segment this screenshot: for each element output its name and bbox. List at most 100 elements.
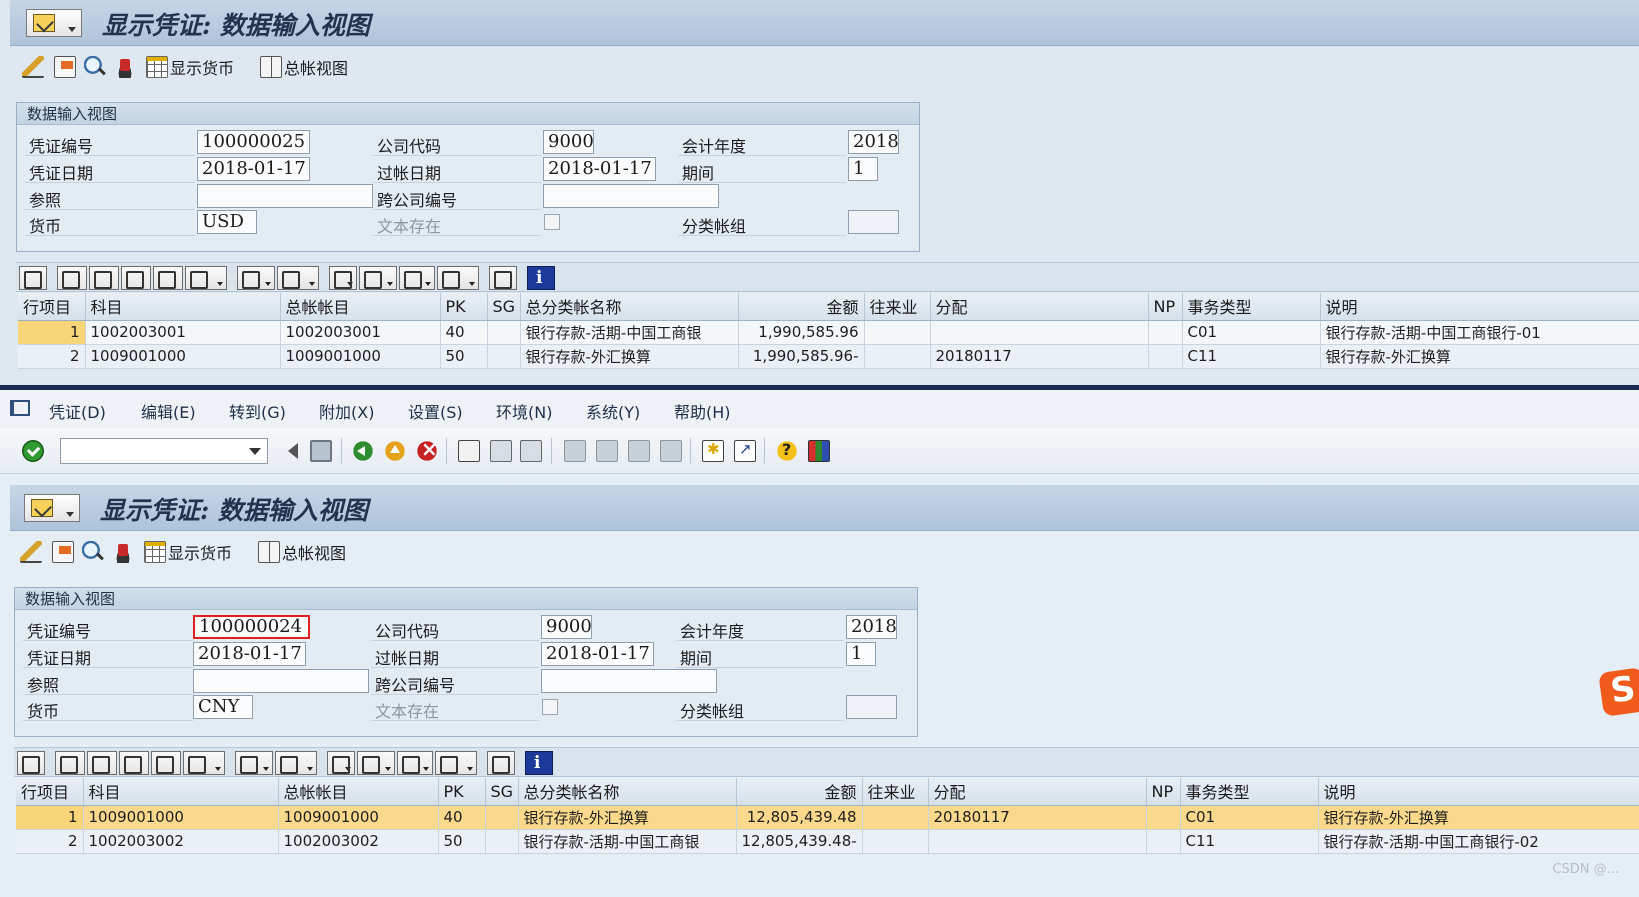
bottom-other-document-button[interactable] <box>52 539 74 565</box>
doc-date-field[interactable]: 2018-01-17 <box>193 642 306 666</box>
collapse-left-icon[interactable] <box>284 440 306 462</box>
col-header-text[interactable]: 说明 <box>1318 778 1639 806</box>
doc-date-field[interactable]: 2018-01-17 <box>197 157 310 181</box>
col-header-account[interactable]: 科目 <box>85 293 281 321</box>
menu-item-help[interactable]: 帮助(H) <box>674 399 731 423</box>
ledger-group-field[interactable] <box>846 695 897 719</box>
last-page-icon[interactable] <box>660 440 682 462</box>
period-field[interactable]: 1 <box>846 642 876 666</box>
col-header-trading-partner[interactable]: 往来业 <box>862 778 929 806</box>
col-header-np[interactable]: NP <box>1146 778 1181 806</box>
posting-date-field[interactable]: 2018-01-17 <box>543 157 656 181</box>
reference-field[interactable] <box>193 669 369 693</box>
col-header-text[interactable]: 说明 <box>1320 293 1639 321</box>
col-header-amount[interactable]: 金额 <box>738 293 865 321</box>
col-header-line[interactable]: 行项目 <box>18 293 86 321</box>
col-header-gl-account[interactable]: 总帐帐目 <box>278 778 439 806</box>
bottom-screen-menu-button[interactable] <box>24 494 80 522</box>
top-other-document-button[interactable] <box>54 54 76 80</box>
currency-field[interactable]: CNY <box>193 695 253 719</box>
back-icon[interactable] <box>352 440 374 462</box>
top-header-button[interactable] <box>114 54 136 80</box>
cancel-icon[interactable] <box>416 437 438 462</box>
filter-icon[interactable] <box>183 751 225 775</box>
menu-item-extras[interactable]: 附加(X) <box>319 399 374 423</box>
info-icon[interactable] <box>525 751 553 775</box>
col-header-transaction-type[interactable]: 事务类型 <box>1180 778 1319 806</box>
details-icon[interactable] <box>17 751 45 775</box>
menu-item-settings[interactable]: 设置(S) <box>408 399 463 423</box>
sort-asc-icon[interactable] <box>55 751 85 775</box>
bottom-document-overview-button[interactable] <box>82 539 104 565</box>
doc-number-field[interactable]: 100000025 <box>197 130 310 154</box>
col-header-sg[interactable]: SG <box>485 778 519 806</box>
col-header-assignment[interactable]: 分配 <box>928 778 1147 806</box>
bottom-header-button[interactable] <box>112 539 134 565</box>
shortcut-icon[interactable] <box>734 440 756 462</box>
menu-item-system[interactable]: 系统(Y) <box>586 399 640 423</box>
command-field[interactable] <box>60 438 268 464</box>
col-header-gl-name[interactable]: 总分类帐名称 <box>520 293 739 321</box>
details-icon[interactable] <box>19 266 47 290</box>
reference-field[interactable] <box>197 184 373 208</box>
top-display-change-button[interactable] <box>22 54 44 80</box>
sum-icon[interactable] <box>235 751 273 775</box>
find-icon[interactable] <box>119 751 149 775</box>
col-header-amount[interactable]: 金额 <box>736 778 863 806</box>
company-code-field[interactable]: 9000 <box>543 130 594 154</box>
help-icon[interactable] <box>776 440 798 462</box>
col-header-line[interactable]: 行项目 <box>16 778 84 806</box>
doc-number-field[interactable]: 100000024 <box>193 615 310 639</box>
period-field[interactable]: 1 <box>848 157 878 181</box>
print-icon[interactable] <box>458 440 480 462</box>
layout-icon[interactable] <box>437 266 479 290</box>
col-header-sg[interactable]: SG <box>487 293 521 321</box>
save-icon[interactable] <box>310 440 332 462</box>
table-row[interactable]: 2 1009001000 1009001000 50 银行存款-外汇换算 1,9… <box>18 344 1639 369</box>
sort-asc-icon[interactable] <box>57 266 87 290</box>
fiscal-year-field[interactable]: 2018 <box>848 130 899 154</box>
subtotal-icon[interactable] <box>277 266 319 290</box>
first-page-icon[interactable] <box>564 440 586 462</box>
input-method-icon[interactable] <box>1598 667 1639 717</box>
new-session-icon[interactable] <box>702 440 724 462</box>
print-preview-icon[interactable] <box>327 751 355 775</box>
posting-date-field[interactable]: 2018-01-17 <box>541 642 654 666</box>
dropdown-arrow-icon[interactable] <box>249 448 261 455</box>
currency-field[interactable]: USD <box>197 210 257 234</box>
menu-item-environment[interactable]: 环境(N) <box>496 399 552 423</box>
col-header-assignment[interactable]: 分配 <box>930 293 1149 321</box>
table-row[interactable]: 1 1009001000 1009001000 40 银行存款-外汇换算 12,… <box>16 805 1639 830</box>
company-code-field[interactable]: 9000 <box>541 615 592 639</box>
find-icon[interactable] <box>121 266 151 290</box>
col-header-pk[interactable]: PK <box>440 293 488 321</box>
find-next-icon[interactable] <box>153 266 183 290</box>
sum-icon[interactable] <box>237 266 275 290</box>
customize-layout-icon[interactable] <box>808 440 830 462</box>
graphic-icon[interactable] <box>487 751 515 775</box>
menu-item-goto[interactable]: 转到(G) <box>229 399 286 423</box>
info-icon[interactable] <box>527 266 555 290</box>
col-header-transaction-type[interactable]: 事务类型 <box>1182 293 1321 321</box>
find-next-icon[interactable] <box>520 440 542 462</box>
top-document-overview-button[interactable] <box>84 54 106 80</box>
next-page-icon[interactable] <box>628 440 650 462</box>
views-icon[interactable] <box>359 266 397 290</box>
text-exists-checkbox[interactable] <box>544 214 560 230</box>
export-icon[interactable] <box>399 266 435 290</box>
cross-company-field[interactable] <box>543 184 719 208</box>
find-next-icon[interactable] <box>151 751 181 775</box>
graphic-icon[interactable] <box>489 266 517 290</box>
sort-desc-icon[interactable] <box>87 751 117 775</box>
export-icon[interactable] <box>397 751 433 775</box>
top-gl-view-button[interactable]: 总帐视图 <box>260 54 348 80</box>
text-exists-checkbox[interactable] <box>542 699 558 715</box>
views-icon[interactable] <box>357 751 395 775</box>
print-preview-icon[interactable] <box>329 266 357 290</box>
col-header-np[interactable]: NP <box>1148 293 1183 321</box>
col-header-gl-name[interactable]: 总分类帐名称 <box>518 778 737 806</box>
enter-check-icon[interactable] <box>22 440 44 462</box>
ledger-group-field[interactable] <box>848 210 899 234</box>
layout-icon[interactable] <box>435 751 477 775</box>
cross-company-field[interactable] <box>541 669 717 693</box>
